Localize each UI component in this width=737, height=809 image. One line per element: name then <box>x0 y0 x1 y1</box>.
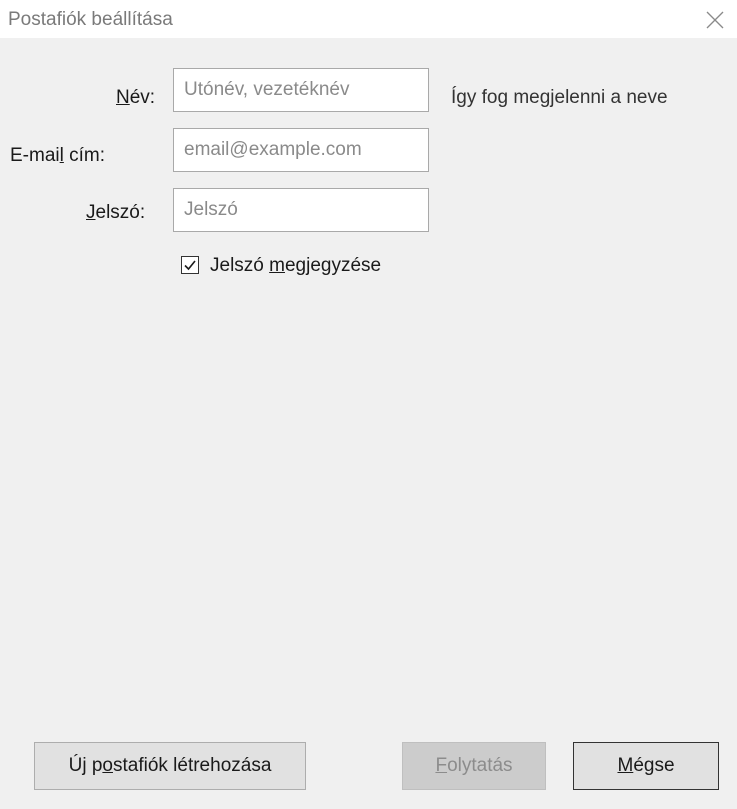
email-label-text-before: E-mai <box>10 145 60 166</box>
name-label-accesskey: N <box>116 87 130 108</box>
email-input[interactable] <box>173 128 429 172</box>
title-bar: Postafiók beállítása <box>0 0 737 38</box>
window-title: Postafiók beállítása <box>8 9 173 30</box>
new-account-text-before: Új p <box>68 755 103 776</box>
remember-password-checkbox[interactable] <box>181 256 199 274</box>
password-input[interactable] <box>173 188 429 232</box>
continue-text: olytatás <box>447 755 513 776</box>
remember-label-accesskey: m <box>269 255 285 276</box>
name-hint: Így fog megjelenni a neve <box>451 87 668 108</box>
remember-label-text-before: Jelszó <box>210 255 270 276</box>
remember-password-label[interactable]: Jelszó megjegyzése <box>210 255 381 277</box>
cancel-text: égse <box>633 755 675 776</box>
remember-label-text-after: egjegyzése <box>284 255 382 276</box>
email-label-text-after: cím: <box>63 145 106 166</box>
password-label-accesskey: J <box>86 202 96 223</box>
continue-accesskey: F <box>435 755 448 776</box>
new-account-text-after: stafiók létrehozása <box>112 755 272 776</box>
close-button[interactable] <box>696 2 734 36</box>
close-icon <box>706 11 724 29</box>
email-label: E-mail cím: <box>10 145 105 167</box>
new-account-button[interactable]: Új postafiók létrehozása <box>34 742 306 790</box>
checkmark-icon <box>184 260 196 271</box>
cancel-accesskey: M <box>617 755 634 776</box>
name-label-text: év: <box>129 87 156 108</box>
name-label: Név: <box>116 87 155 109</box>
continue-button[interactable]: Folytatás <box>402 742 546 790</box>
password-label: Jelszó: <box>86 202 145 224</box>
cancel-button[interactable]: Mégse <box>573 742 719 790</box>
password-label-text: elszó: <box>95 202 146 223</box>
name-input[interactable] <box>173 68 429 112</box>
new-account-accesskey: o <box>102 755 113 776</box>
